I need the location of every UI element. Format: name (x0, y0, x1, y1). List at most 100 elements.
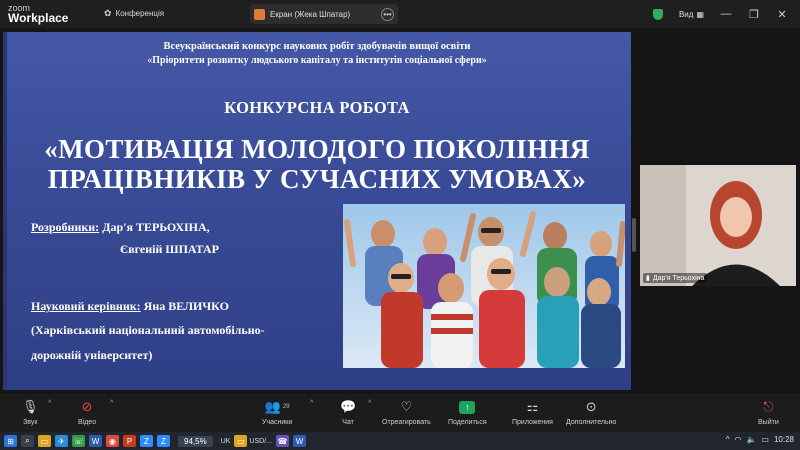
chat-icon: 💬 (340, 399, 357, 414)
signal-icon: ▮ (646, 275, 650, 282)
developers-row: Розробники: Дар'я ТЕРЬОХІНА, (31, 220, 210, 235)
view-grid-icon: ▦ (696, 9, 704, 19)
restore-icon[interactable]: ❐ (748, 8, 760, 21)
video-off-icon: ⊘ (81, 399, 93, 414)
audio-options-caret[interactable]: ^ (48, 400, 51, 407)
share-screen-icon: ↑ (459, 398, 476, 416)
leave-icon: ⎋ (763, 399, 774, 414)
zoom-logo: zoom Workplace (8, 3, 69, 25)
wifi-icon[interactable]: ◠ (734, 435, 741, 444)
search-icon[interactable]: ⌕ (21, 435, 34, 447)
files-icon[interactable]: ▭ (234, 435, 248, 447)
minimize-icon[interactable]: — (720, 8, 732, 20)
slide-edge (3, 32, 7, 390)
conference-label: Конференція (115, 9, 165, 18)
paw-icon: ✿ (104, 8, 112, 18)
more-label: Дополнительно (566, 419, 617, 426)
chat-label: Чат (342, 419, 354, 426)
windows-start-icon[interactable]: ⊞ (4, 435, 17, 447)
chevron-up-icon[interactable]: ^ (726, 435, 730, 444)
share-button[interactable]: ↑ Поделиться (448, 398, 487, 426)
university-line1: (Харківський національний автомобільно- (31, 323, 265, 337)
microphone-icon: 🎙 (22, 399, 39, 414)
view-menu[interactable]: Вид ▦ (679, 10, 704, 19)
slide-header-line2: «Пріоритети розвитку людського капіталу … (147, 55, 487, 66)
group-photo (343, 204, 625, 368)
os-taskbar: ⊞ ⌕ ▭ ✈ ☏ W ◉ P Z Z 94,5% UK ▭ USD/... ☎… (0, 432, 800, 450)
chat-options-caret[interactable]: ^ (368, 400, 371, 407)
chat-button[interactable]: 💬 Чат (340, 398, 356, 426)
audio-label: Звук (23, 419, 38, 426)
participants-icon: 👥 29 (264, 399, 290, 414)
conference-menu[interactable]: ✿ Конференція (104, 8, 164, 19)
slide-section-title: КОНКУРСНА РОБОТА (224, 98, 410, 117)
window-controls: Вид ▦ — ❐ ✕ (652, 0, 800, 28)
telegram-icon[interactable]: ✈ (55, 435, 68, 447)
university-line2: дорожній університет) (31, 348, 153, 362)
meeting-toolbar: 🎙 Звук ^ ⊘ Відео ^ 👥 29 Учасники ^ 💬 Чат … (0, 394, 800, 432)
developer2: Євгеній ШПАТАР (120, 242, 219, 256)
slide-work-title: «МОТИВАЦІЯ МОЛОДОГО ПОКОЛІННЯ ПРАЦІВНИКІ… (3, 134, 631, 194)
more-button[interactable]: ⊙ Дополнительно (566, 398, 616, 426)
supervisor-name: Яна ВЕЛИЧКО (143, 299, 229, 313)
slide-header-line1: Всеукраїнський конкурс наукових робіт зд… (163, 41, 471, 52)
audio-button[interactable]: 🎙 Звук (22, 398, 39, 426)
system-tray: ^ ◠ 🔈 ▭ 10:28 (726, 435, 794, 444)
shield-icon[interactable] (652, 8, 663, 20)
screen-share-label: Екран (Жека Шпатар) (270, 9, 351, 19)
chrome-icon[interactable]: ◉ (106, 435, 119, 447)
more-options-icon[interactable]: ••• (381, 7, 394, 21)
zoom-taskbar-icon[interactable]: Z (140, 435, 153, 447)
self-video-image (640, 165, 796, 286)
word-icon-2[interactable]: W (292, 435, 306, 447)
group-photo-image (343, 204, 625, 368)
currency-widget[interactable]: USD/... (249, 438, 272, 445)
whatsapp-icon[interactable]: ☏ (72, 435, 85, 447)
self-video-tile[interactable]: ▮ Дар'я Терьохіна (640, 165, 796, 286)
viber-icon[interactable]: ☎ (275, 435, 289, 447)
powerpoint-icon[interactable]: P (123, 435, 136, 447)
screen-share-pill[interactable]: Екран (Жека Шпатар) ••• (250, 4, 398, 24)
view-label: Вид (678, 9, 694, 19)
work-title-line1: «МОТИВАЦІЯ МОЛОДОГО ПОКОЛІННЯ (44, 134, 590, 164)
react-label: Отреагировать (382, 419, 431, 426)
participants-count: 29 (282, 404, 290, 410)
sharer-avatar (254, 8, 265, 20)
word-icon[interactable]: W (89, 435, 102, 447)
volume-icon[interactable]: 🔈 (746, 435, 756, 444)
heart-icon: ♡ (400, 399, 413, 414)
zoom-taskbar-icon-2[interactable]: Z (157, 435, 170, 447)
video-label: Відео (78, 419, 97, 426)
video-options-caret[interactable]: ^ (110, 400, 113, 407)
supervisor-label: Науковий керівник: (31, 299, 141, 313)
leave-label: Выйти (758, 419, 779, 426)
logo-line2: Workplace (8, 11, 69, 25)
panel-scrollbar[interactable] (632, 218, 636, 252)
language-indicator[interactable]: UK (221, 438, 231, 445)
self-name: Дар'я Терьохіна (652, 274, 705, 282)
self-name-label: ▮ Дар'я Терьохіна (643, 273, 708, 283)
more-icon: ⊙ (585, 399, 597, 414)
apps-label: Приложения (512, 419, 553, 426)
share-label: Поделиться (448, 419, 487, 426)
apps-icon: ⚏ (526, 399, 539, 414)
developers-label: Розробники: (31, 220, 100, 234)
folder-icon[interactable]: ▭ (38, 435, 51, 447)
apps-button[interactable]: ⚏ Приложения (512, 398, 553, 426)
work-title-line2: ПРАЦІВНИКІВ У СУЧАСНИХ УМОВАХ» (47, 164, 587, 194)
shared-slide: Всеукраїнський конкурс наукових робіт зд… (3, 32, 631, 390)
close-icon[interactable]: ✕ (776, 8, 788, 21)
developer1: Дар'я ТЕРЬОХІНА, (102, 220, 210, 234)
participants-button[interactable]: 👥 29 Учасники (262, 398, 292, 426)
react-button[interactable]: ♡ Отреагировать (382, 398, 431, 426)
title-bar: zoom Workplace ✿ Конференція Екран (Жека… (0, 0, 800, 28)
clock[interactable]: 10:28 (774, 435, 794, 444)
participants-label: Учасники (262, 419, 293, 426)
leave-button[interactable]: ⎋ Выйти (758, 398, 779, 426)
supervisor-row: Науковий керівник: Яна ВЕЛИЧКО (31, 299, 229, 314)
participants-options-caret[interactable]: ^ (310, 400, 313, 407)
video-button[interactable]: ⊘ Відео (78, 398, 96, 426)
meeting-stage: Всеукраїнський конкурс наукових робіт зд… (0, 28, 800, 394)
battery-icon[interactable]: ▭ (761, 435, 769, 444)
zoom-level[interactable]: 94,5% (178, 435, 213, 447)
